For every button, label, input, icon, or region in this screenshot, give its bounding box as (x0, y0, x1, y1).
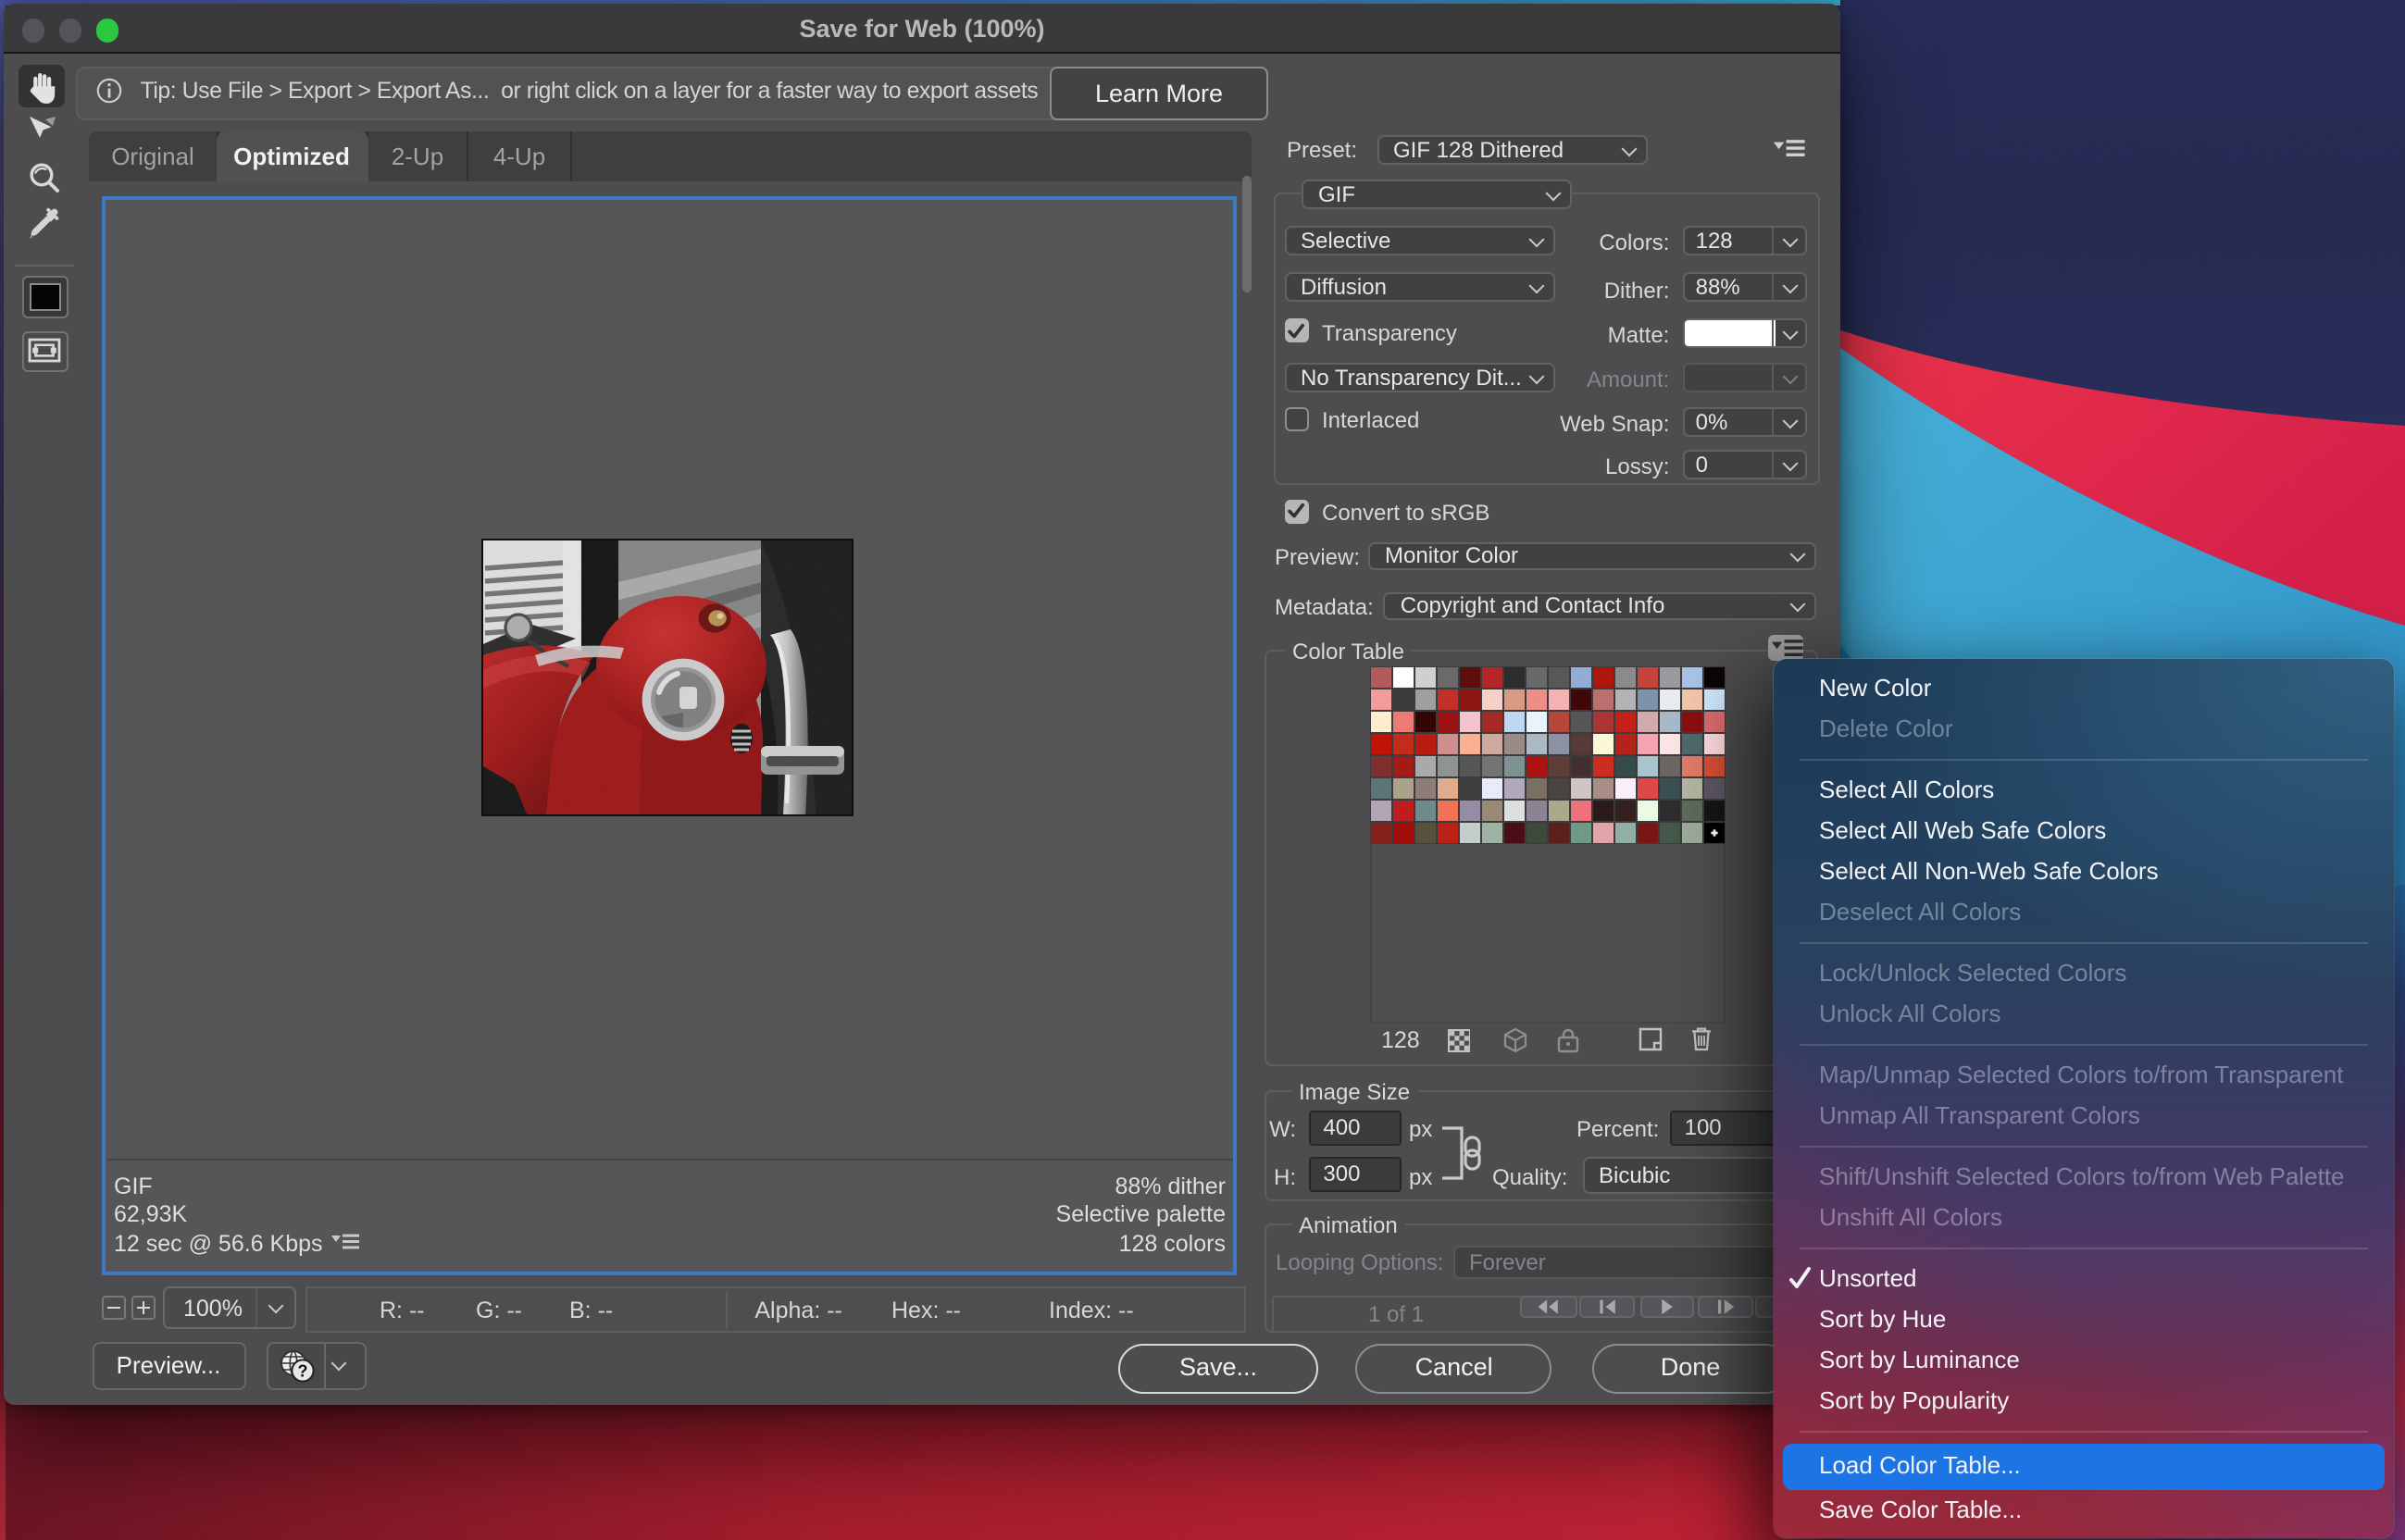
svg-text:?: ? (298, 1362, 308, 1381)
